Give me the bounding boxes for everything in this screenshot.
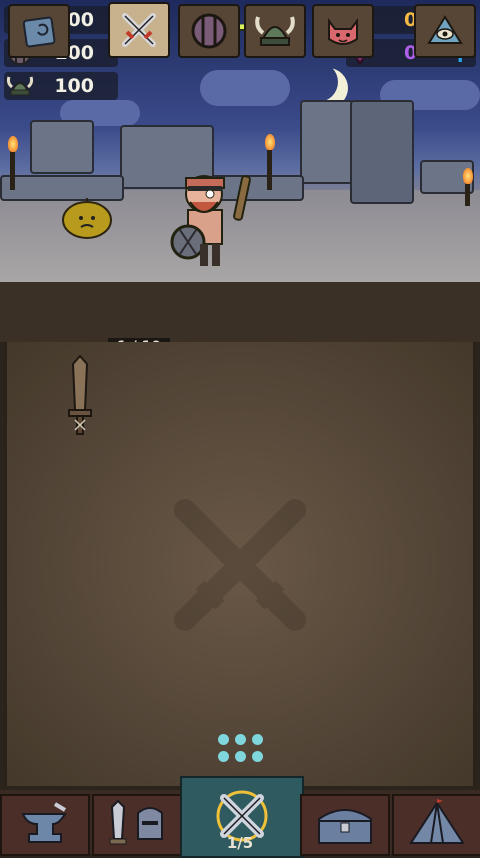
hero-warrior xyxy=(170,175,251,266)
shield-icon xyxy=(191,13,227,49)
nav-equipment[interactable] xyxy=(92,794,182,856)
ruin-slab xyxy=(350,100,414,204)
tab-weapons[interactable] xyxy=(108,2,170,58)
eye-pyramid-icon xyxy=(427,15,463,44)
tent-icon xyxy=(409,799,465,844)
crossed-swords-icon xyxy=(122,13,156,47)
enemy-blob[interactable] xyxy=(60,196,114,240)
torch-flame xyxy=(265,134,275,150)
anvil-icon xyxy=(21,802,67,843)
nav-treasure[interactable] xyxy=(300,794,390,856)
torch-flame xyxy=(8,136,18,152)
nav-camp[interactable] xyxy=(392,794,480,856)
health-value: 100 xyxy=(54,75,94,97)
tab-pets[interactable] xyxy=(312,4,374,58)
grid-dot xyxy=(235,751,246,762)
viking-helmet-icon xyxy=(6,72,34,100)
tab-spells[interactable] xyxy=(8,4,70,58)
grid-dot xyxy=(218,751,229,762)
grid-dot xyxy=(252,734,263,745)
viking-helmet-icon xyxy=(255,16,295,46)
ruin-pillar xyxy=(30,120,94,174)
tab-helmets[interactable] xyxy=(244,4,306,58)
torch xyxy=(10,150,15,190)
health-stat: 100 xyxy=(4,72,118,100)
spell-book-icon xyxy=(22,16,56,48)
crossed-swords-watermark xyxy=(174,499,306,631)
moon xyxy=(298,62,338,102)
cat-mask-icon xyxy=(328,18,358,45)
category-tab-bar xyxy=(0,282,480,342)
wooden-sword-icon xyxy=(68,354,92,435)
torch xyxy=(267,150,272,190)
treasure-chest-icon xyxy=(318,809,372,844)
ruin-block xyxy=(300,100,354,184)
grid-dot xyxy=(218,734,229,745)
merge-grid-toggle[interactable] xyxy=(218,734,264,764)
grid-dot xyxy=(252,751,263,762)
cloud xyxy=(200,70,290,106)
grid-dot xyxy=(235,734,246,745)
torch-flame xyxy=(463,168,473,184)
tab-shields[interactable] xyxy=(178,4,240,58)
tab-vision[interactable] xyxy=(414,4,476,58)
wooden-sword-item[interactable] xyxy=(60,352,100,442)
nav-forge[interactable] xyxy=(0,794,90,856)
battle-stage-progress: 1/5 xyxy=(226,834,254,852)
armor-equipment-icon xyxy=(109,799,163,845)
